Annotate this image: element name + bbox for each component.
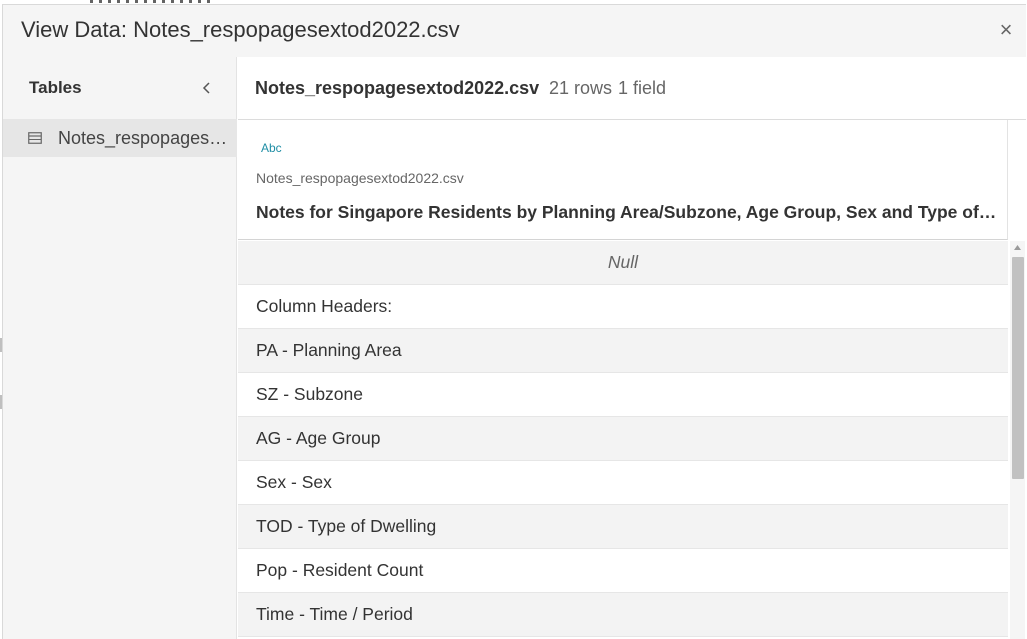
cell-value: Column Headers: (256, 296, 393, 316)
table-row[interactable]: Time - Time / Period (238, 593, 1008, 637)
cell-value: Sex - Sex (256, 472, 332, 492)
cell-value: Time - Time / Period (256, 604, 413, 624)
cell-value: Pop - Resident Count (256, 560, 424, 580)
cell-value: SZ - Subzone (256, 384, 363, 404)
table-row[interactable]: Column Headers: (238, 285, 1008, 329)
data-header: Notes_respopagesextod2022.csv 21 rows 1 … (238, 57, 1026, 120)
table-row[interactable]: SZ - Subzone (238, 373, 1008, 417)
sidebar-item-label: Notes_respopagesextod2022.csv (58, 128, 236, 148)
file-name: Notes_respopagesextod2022.csv (255, 78, 540, 98)
scroll-up-arrow-icon[interactable] (1010, 243, 1025, 253)
scrollbar-thumb[interactable] (1012, 257, 1024, 479)
view-data-dialog: View Data: Notes_respopagesextod2022.csv… (2, 4, 1026, 639)
dialog-header: View Data: Notes_respopagesextod2022.csv… (3, 5, 1026, 57)
tables-sidebar: Tables Notes_respopagesextod2022.csv (3, 57, 237, 639)
table-row[interactable]: Null (238, 241, 1008, 285)
cell-value: AG - Age Group (256, 428, 381, 448)
background-text-fragment (90, 0, 210, 3)
field-count: 1 field (618, 78, 667, 98)
column-source: Notes_respopagesextod2022.csv (256, 170, 464, 186)
table-row[interactable]: Pop - Resident Count (238, 549, 1008, 593)
dialog-title: View Data: Notes_respopagesextod2022.csv (21, 17, 460, 42)
data-type-badge[interactable]: Abc (261, 141, 282, 155)
table-row[interactable]: TOD - Type of Dwelling (238, 505, 1008, 549)
close-button[interactable]: × (996, 19, 1016, 41)
table-icon (28, 132, 42, 144)
column-header[interactable]: Abc Notes_respopagesextod2022.csv Notes … (238, 120, 1008, 240)
sidebar-title: Tables (29, 78, 82, 97)
column-name: Notes for Singapore Residents by Plannin… (256, 202, 1001, 222)
cell-value: TOD - Type of Dwelling (256, 516, 437, 536)
table-row[interactable]: AG - Age Group (238, 417, 1008, 461)
cell-value: PA - Planning Area (256, 340, 402, 360)
data-grid: Null Column Headers: PA - Planning Area … (238, 241, 1008, 639)
close-icon: × (999, 17, 1013, 42)
table-row[interactable]: Sex - Sex (238, 461, 1008, 505)
chevron-left-icon (202, 82, 210, 94)
sidebar-item-table[interactable]: Notes_respopagesextod2022.csv (3, 119, 237, 157)
table-row[interactable]: PA - Planning Area (238, 329, 1008, 373)
data-view-panel: Notes_respopagesextod2022.csv 21 rows 1 … (238, 57, 1026, 639)
sidebar-header: Tables (3, 57, 237, 119)
null-cell: Null (607, 252, 639, 272)
collapse-sidebar-button[interactable] (199, 79, 215, 97)
row-count: 21 rows (549, 78, 613, 98)
vertical-scrollbar[interactable] (1010, 241, 1025, 639)
